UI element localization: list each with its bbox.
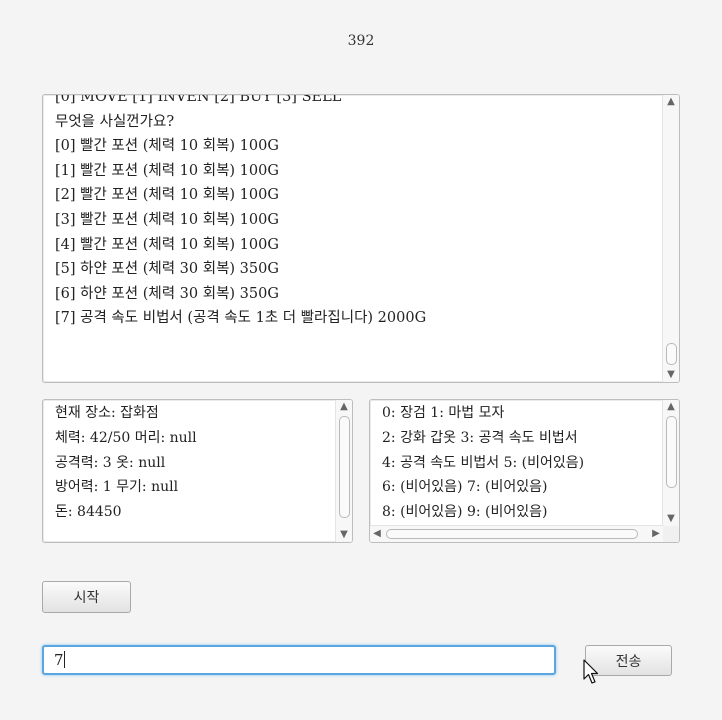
mouse-pointer-icon [583, 659, 599, 684]
log-line: 무엇을 사실껀가요? [55, 113, 175, 130]
counter-label: 392 [347, 33, 375, 49]
log-line: [1] 빨간 포션 (체력 10 회복) 100G [55, 162, 279, 179]
scroll-thumb[interactable] [666, 416, 677, 488]
scroll-thumb[interactable] [666, 343, 677, 365]
log-line: [0] 빨간 포션 (체력 10 회복) 100G [55, 138, 279, 155]
log-line: [7] 공격 속도 비법서 (공격 속도 1초 더 빨라집니다) 2000G [55, 310, 427, 327]
inventory-line: 4: 공격 속도 비법서 5: (비어있음) [382, 454, 585, 471]
game-log-text: [0] MOVE [1] INVEN [2] BUY [3] SELL 무엇을 사… [55, 94, 659, 331]
inventory-line: 8: (비어있음) 9: (비어있음) [382, 504, 548, 521]
status-line: 공격력: 3 옷: null [55, 454, 166, 471]
status-text: 현재 장소: 잡화점체력: 42/50 머리: null 공격력: 3 옷: nu… [55, 401, 332, 525]
scroll-down-icon[interactable]: ▼ [663, 368, 679, 382]
scroll-right-icon[interactable]: ▶ [649, 526, 663, 542]
log-line: [6] 하얀 포션 (체력 30 회복) 350G [55, 285, 279, 302]
scroll-down-icon[interactable]: ▼ [663, 512, 679, 526]
log-line: [5] 하얀 포션 (체력 30 회복) 350G [55, 261, 279, 278]
scroll-up-icon[interactable]: ▲ [663, 400, 679, 414]
status-line: 방어력: 1 무기: null [55, 479, 179, 496]
scroll-up-icon[interactable]: ▲ [336, 400, 352, 414]
start-button[interactable]: 시작 [42, 581, 131, 613]
status-line: 돈: 84450 [55, 504, 122, 521]
log-line: [4] 빨간 포션 (체력 10 회복) 100G [55, 236, 279, 253]
inventory-vscrollbar[interactable]: ▲ ▼ [662, 400, 679, 526]
scroll-corner [663, 526, 679, 542]
command-input[interactable]: 7 [42, 645, 556, 675]
log-line: [2] 빨간 포션 (체력 10 회복) 100G [55, 187, 279, 204]
inventory-line: 6: (비어있음) 7: (비어있음) [382, 479, 548, 496]
scroll-thumb[interactable] [386, 529, 638, 539]
status-panel[interactable]: 현재 장소: 잡화점체력: 42/50 머리: null 공격력: 3 옷: nu… [42, 399, 353, 543]
log-line: [0] MOVE [1] INVEN [2] BUY [3] SELL [55, 94, 342, 105]
game-log-scrollbar[interactable]: ▲ ▼ [662, 95, 679, 382]
inventory-line: 2: 강화 갑옷 3: 공격 속도 비법서 [382, 429, 578, 446]
scroll-up-icon[interactable]: ▲ [663, 95, 679, 109]
scroll-thumb[interactable] [339, 416, 350, 518]
status-scrollbar[interactable]: ▲ ▼ [335, 400, 352, 542]
text-caret [63, 651, 65, 668]
game-log-panel[interactable]: [0] MOVE [1] INVEN [2] BUY [3] SELL 무엇을 사… [42, 94, 680, 383]
scroll-down-icon[interactable]: ▼ [336, 528, 352, 542]
status-line: 현재 장소: 잡화점 [55, 405, 159, 421]
command-input-value: 7 [54, 651, 64, 669]
inventory-hscrollbar[interactable]: ◀ ▶ [370, 525, 663, 542]
inventory-panel[interactable]: 0: 장검 1: 마법 모자 2: 강화 갑옷 3: 공격 속도 비법서 4: 공격… [369, 399, 680, 543]
status-line: 체력: 42/50 머리: null [55, 429, 197, 446]
scroll-left-icon[interactable]: ◀ [370, 526, 384, 542]
inventory-text: 0: 장검 1: 마법 모자 2: 강화 갑옷 3: 공격 속도 비법서 4: 공격… [382, 401, 659, 525]
log-line: [3] 빨간 포션 (체력 10 회복) 100G [55, 211, 279, 228]
inventory-line: 0: 장검 1: 마법 모자 [382, 405, 505, 421]
